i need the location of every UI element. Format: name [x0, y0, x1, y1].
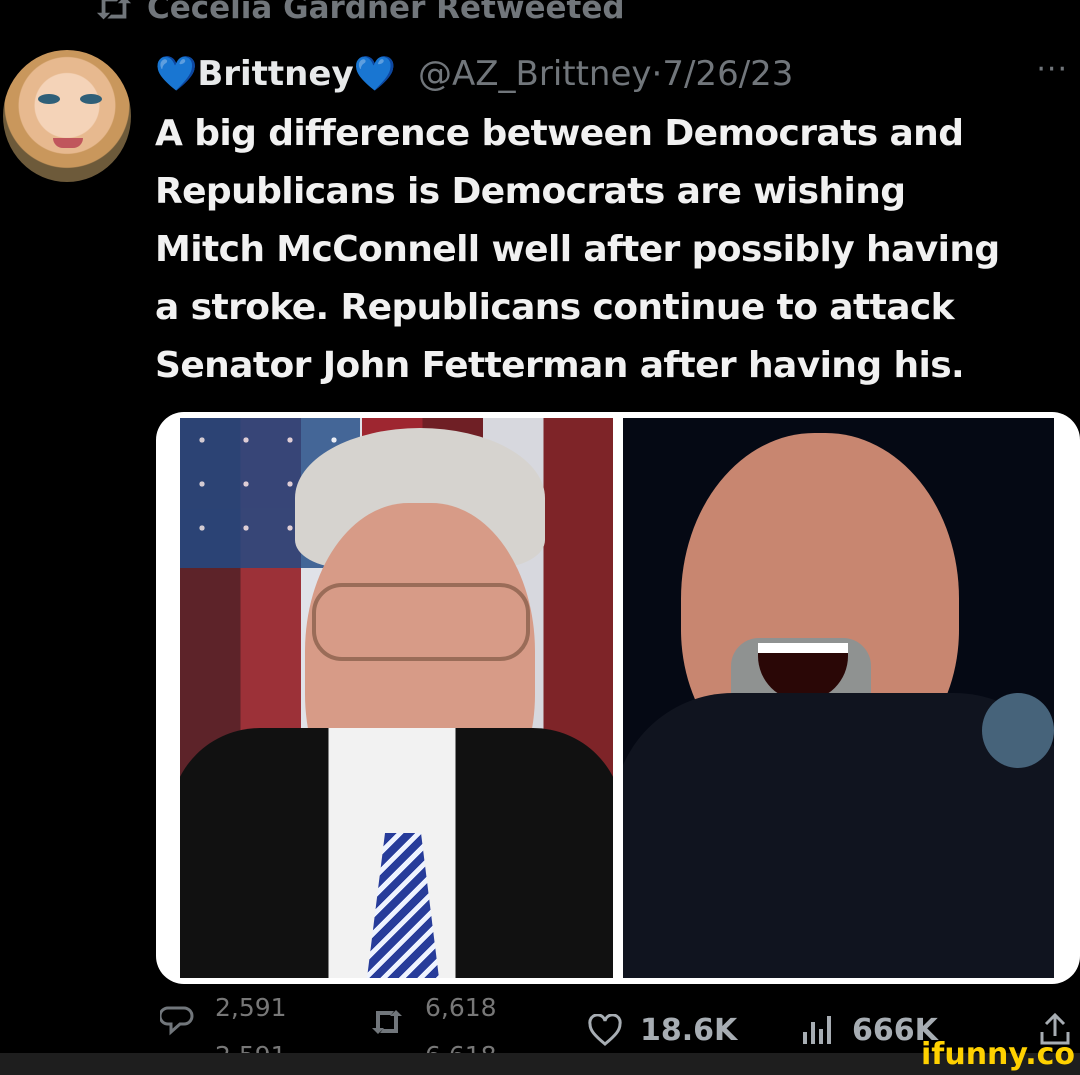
microphone-icon: [982, 693, 1054, 768]
reply-icon: [160, 1006, 194, 1036]
tweet-text-line: a stroke. Republicans continue to attack: [155, 287, 955, 328]
heart-icon: 💙: [353, 54, 396, 94]
retweeted-by-label: Cecelia Gardner Retweeted: [147, 0, 625, 26]
author-handle[interactable]: @AZ_Brittney: [418, 54, 652, 94]
reply-count: 2,591: [215, 993, 287, 1022]
retweet-count: 6,618: [425, 993, 497, 1022]
retweet-button[interactable]: 6,618 6,618: [370, 993, 497, 1070]
display-name[interactable]: Brittney: [197, 54, 353, 94]
views-button[interactable]: 666K: [800, 1013, 938, 1048]
retweet-header: Cecelia Gardner Retweeted: [95, 0, 625, 28]
avatar-eye-icon: [38, 94, 60, 104]
photo-right[interactable]: [623, 418, 1054, 978]
like-count: 18.6K: [640, 1013, 738, 1048]
like-button[interactable]: 18.6K: [588, 1013, 737, 1048]
photo-left[interactable]: [180, 418, 613, 978]
watermark-logo: ifunny.co: [921, 1037, 1075, 1072]
avatar-mouth-icon: [53, 138, 83, 148]
tweet-text-line: Senator John Fetterman after having his.: [155, 345, 965, 386]
tweet-text-line: A big difference between Democrats and: [155, 113, 964, 154]
avatar-eye-icon: [80, 94, 102, 104]
media-gallery[interactable]: [156, 412, 1080, 984]
avatar[interactable]: [3, 50, 131, 182]
like-icon: [588, 1013, 622, 1046]
heart-icon: 💙: [155, 54, 198, 94]
views-icon: [803, 1015, 831, 1044]
bottom-bar: [0, 1053, 1080, 1075]
reply-button[interactable]: 2,591 2,591: [160, 993, 287, 1070]
tweet-text: A big difference between Democrats and R…: [155, 105, 1075, 395]
tweet-text-line: Republicans is Democrats are wishing: [155, 171, 906, 212]
tweet-text-line: Mitch McConnell well after possibly havi…: [155, 229, 1000, 270]
tweet-date[interactable]: 7/26/23: [662, 54, 793, 94]
retweet-icon: [96, 0, 132, 20]
tweet-author-line: 💙 Brittney 💙 @AZ_Brittney · 7/26/23: [155, 52, 793, 96]
glasses-icon: [312, 583, 530, 661]
retweet-icon: [372, 1010, 402, 1034]
date-separator: ·: [651, 54, 663, 94]
more-options-button[interactable]: ···: [1036, 52, 1068, 87]
